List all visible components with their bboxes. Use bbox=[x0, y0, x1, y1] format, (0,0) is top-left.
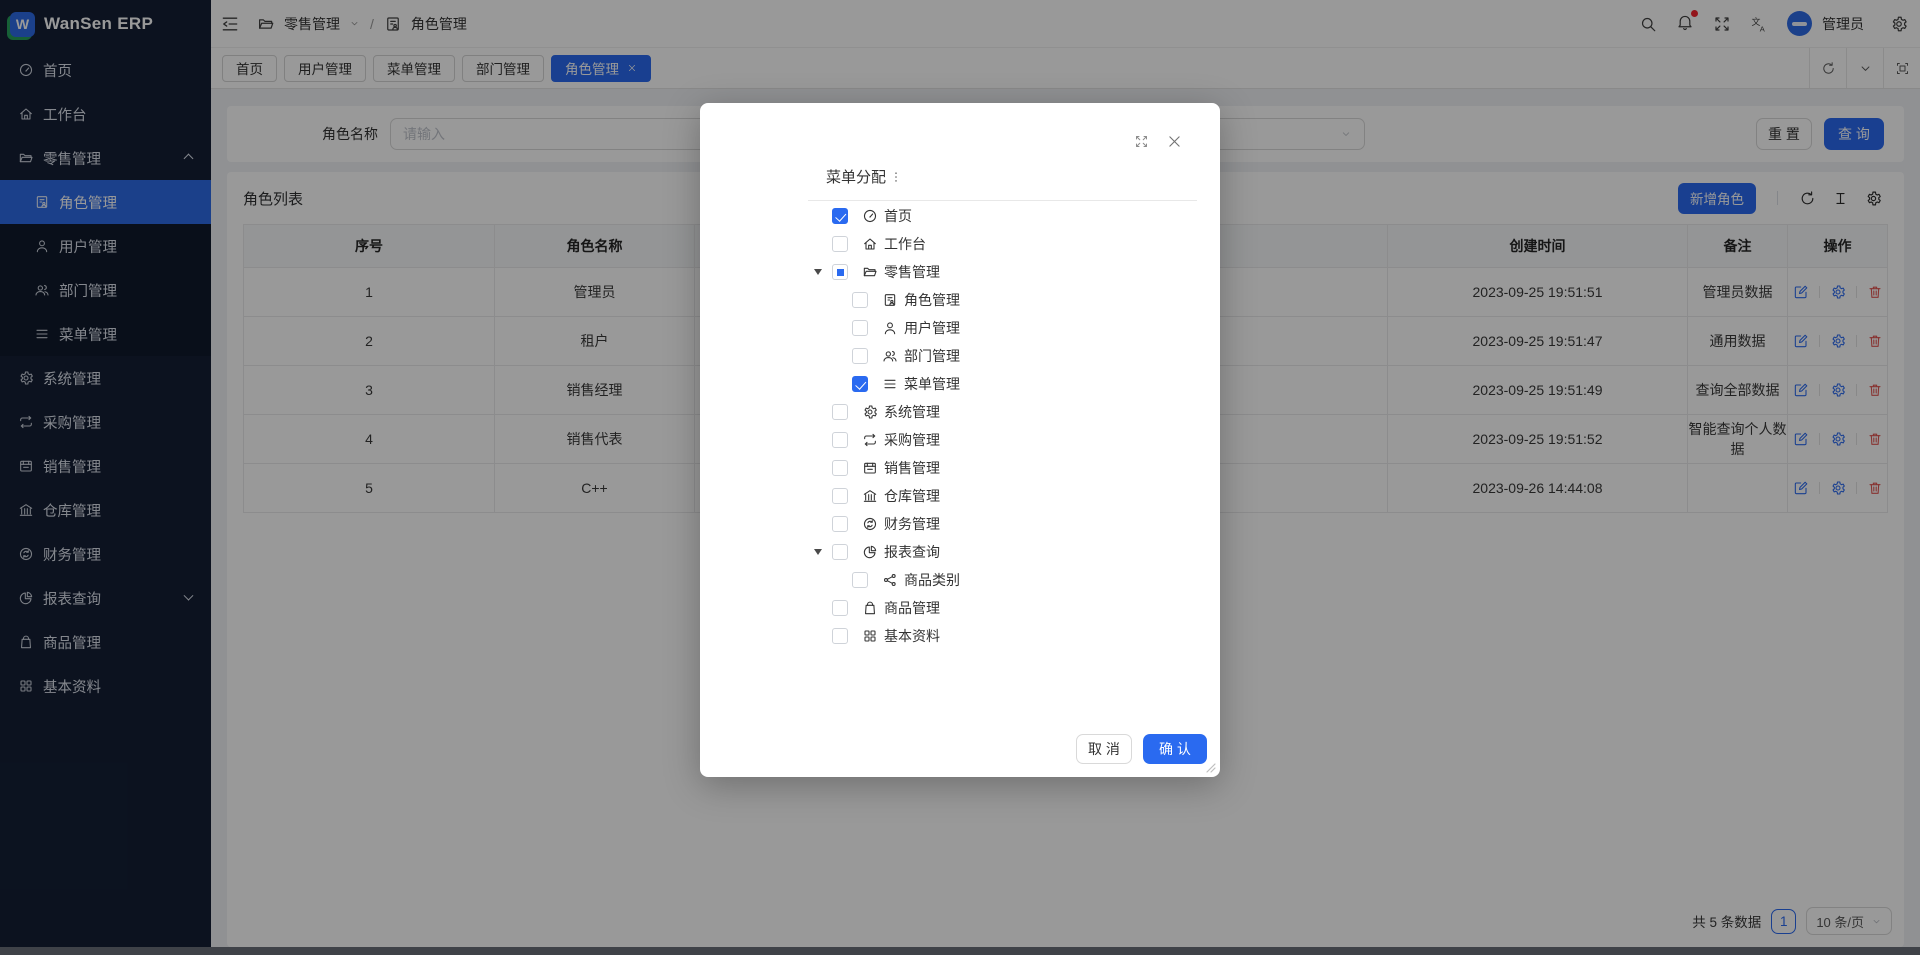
tree-item-label[interactable]: 首页 bbox=[884, 206, 912, 226]
resize-handle[interactable] bbox=[1206, 763, 1216, 773]
cancel-button[interactable]: 取 消 bbox=[1076, 734, 1132, 764]
tree-item[interactable]: 报表查询 bbox=[810, 538, 1200, 566]
tree-checkbox[interactable] bbox=[852, 572, 868, 588]
tree-item[interactable]: 用户管理 bbox=[810, 314, 1200, 342]
tree-item[interactable]: 采购管理 bbox=[810, 426, 1200, 454]
tree-item-icon bbox=[862, 432, 878, 448]
tree-checkbox[interactable] bbox=[832, 544, 848, 560]
tree-item-icon bbox=[862, 460, 878, 476]
menu-assign-dialog: 菜单分配 首页 工作台 零售管理 bbox=[700, 103, 1220, 777]
tree-item-label[interactable]: 零售管理 bbox=[884, 262, 940, 282]
tree-checkbox[interactable] bbox=[832, 432, 848, 448]
tree-item-icon bbox=[862, 488, 878, 504]
tree-checkbox[interactable] bbox=[832, 628, 848, 644]
tree-checkbox[interactable] bbox=[832, 516, 848, 532]
tree-caret-icon[interactable] bbox=[810, 269, 832, 275]
tree-item-icon bbox=[862, 264, 878, 280]
tree-item[interactable]: 角色管理 bbox=[810, 286, 1200, 314]
tree-item-icon bbox=[862, 600, 878, 616]
tree-item[interactable]: 部门管理 bbox=[810, 342, 1200, 370]
tree-item-label[interactable]: 商品管理 bbox=[884, 598, 940, 618]
tree-item[interactable]: 系统管理 bbox=[810, 398, 1200, 426]
tree-item-label[interactable]: 报表查询 bbox=[884, 542, 940, 562]
tree-checkbox[interactable] bbox=[832, 600, 848, 616]
tree-item[interactable]: 仓库管理 bbox=[810, 482, 1200, 510]
tree-checkbox[interactable] bbox=[832, 208, 848, 224]
tree-item-label[interactable]: 用户管理 bbox=[904, 318, 960, 338]
tree-item-icon bbox=[882, 292, 898, 308]
tree-item-icon bbox=[882, 348, 898, 364]
dialog-title-text: 菜单分配 bbox=[826, 166, 886, 187]
tree-caret-icon[interactable] bbox=[810, 549, 832, 555]
more-vertical-icon[interactable] bbox=[889, 170, 903, 184]
tree-item-label[interactable]: 角色管理 bbox=[904, 290, 960, 310]
tree-checkbox[interactable] bbox=[832, 460, 848, 476]
tree-item-icon bbox=[862, 516, 878, 532]
tree-item[interactable]: 菜单管理 bbox=[810, 370, 1200, 398]
tree-item-icon bbox=[862, 208, 878, 224]
tree-checkbox[interactable] bbox=[832, 264, 848, 280]
tree-item[interactable]: 零售管理 bbox=[810, 258, 1200, 286]
menu-tree: 首页 工作台 零售管理 角色管理 bbox=[810, 202, 1200, 650]
dialog-footer: 取 消 确 认 bbox=[1076, 734, 1207, 764]
tree-item[interactable]: 财务管理 bbox=[810, 510, 1200, 538]
tree-item-icon bbox=[862, 628, 878, 644]
tree-item[interactable]: 商品类别 bbox=[810, 566, 1200, 594]
dialog-fullscreen-icon[interactable] bbox=[1134, 134, 1149, 149]
tree-item-icon bbox=[882, 376, 898, 392]
tree-checkbox[interactable] bbox=[852, 320, 868, 336]
tree-item[interactable]: 基本资料 bbox=[810, 622, 1200, 650]
tree-checkbox[interactable] bbox=[852, 292, 868, 308]
app-root: W WanSen ERP 首页 工作台 零售管理 角色管 bbox=[0, 0, 1920, 955]
tree-item-icon bbox=[862, 236, 878, 252]
dialog-close-icon[interactable] bbox=[1166, 133, 1183, 150]
confirm-button[interactable]: 确 认 bbox=[1143, 734, 1207, 764]
tree-checkbox[interactable] bbox=[832, 488, 848, 504]
divider bbox=[808, 200, 1197, 201]
tree-item-label[interactable]: 财务管理 bbox=[884, 514, 940, 534]
tree-item-icon bbox=[882, 320, 898, 336]
tree-item-label[interactable]: 菜单管理 bbox=[904, 374, 960, 394]
dialog-title: 菜单分配 bbox=[826, 166, 903, 187]
tree-item-label[interactable]: 商品类别 bbox=[904, 570, 960, 590]
tree-item-label[interactable]: 系统管理 bbox=[884, 402, 940, 422]
tree-item-label[interactable]: 仓库管理 bbox=[884, 486, 940, 506]
tree-checkbox[interactable] bbox=[832, 236, 848, 252]
tree-item-label[interactable]: 销售管理 bbox=[884, 458, 940, 478]
tree-item-icon bbox=[862, 544, 878, 560]
tree-checkbox[interactable] bbox=[832, 404, 848, 420]
tree-item-label[interactable]: 基本资料 bbox=[884, 626, 940, 646]
tree-item[interactable]: 销售管理 bbox=[810, 454, 1200, 482]
tree-item[interactable]: 商品管理 bbox=[810, 594, 1200, 622]
tree-item-icon bbox=[862, 404, 878, 420]
tree-checkbox[interactable] bbox=[852, 376, 868, 392]
tree-item-label[interactable]: 采购管理 bbox=[884, 430, 940, 450]
tree-item-icon bbox=[882, 572, 898, 588]
tree-item-label[interactable]: 部门管理 bbox=[904, 346, 960, 366]
tree-item-label[interactable]: 工作台 bbox=[884, 234, 926, 254]
tree-item[interactable]: 首页 bbox=[810, 202, 1200, 230]
tree-checkbox[interactable] bbox=[852, 348, 868, 364]
tree-item[interactable]: 工作台 bbox=[810, 230, 1200, 258]
